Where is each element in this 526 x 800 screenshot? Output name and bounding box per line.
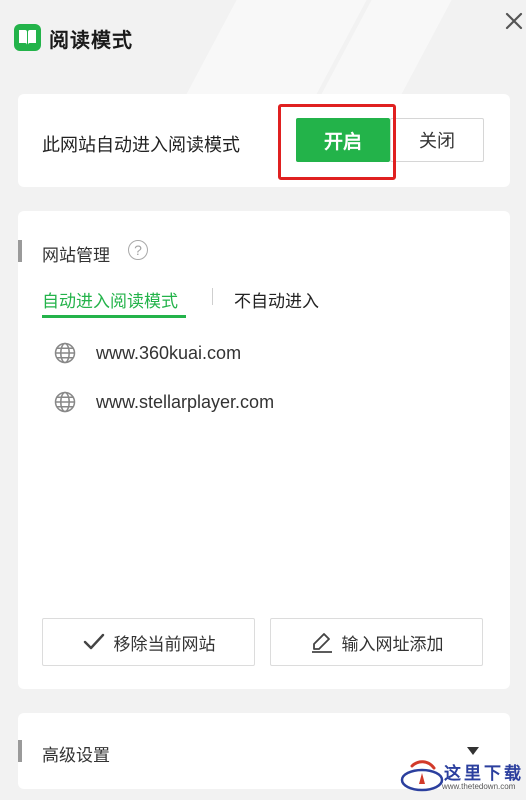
tab-divider [212,288,213,305]
site-management-title: 网站管理 [42,246,110,265]
disable-button[interactable]: 关闭 [390,118,484,162]
add-site-label: 输入网址添加 [341,634,444,654]
book-icon [14,24,41,51]
remove-site-label: 移除当前网站 [113,634,216,654]
page-title: 阅读模式 [49,30,133,52]
site-url: www.360kuai.com [96,343,242,363]
tab-active-underline [42,315,186,318]
watermark-brand: 这里下载 [444,764,524,783]
section-bar [18,240,22,262]
auto-reading-card: 此网站自动进入阅读模式 开启 关闭 [18,94,510,187]
header: 阅读模式 [0,0,526,100]
highlight-box [278,104,396,180]
watermark-url: www.thetedown.com [442,782,516,791]
remove-site-button[interactable]: 移除当前网站 [42,618,255,666]
help-icon[interactable]: ? [128,240,148,260]
tab-auto-enter[interactable]: 自动进入阅读模式 [42,287,178,312]
site-management-card: 网站管理 ? 自动进入阅读模式 不自动进入 www.360kuai.com ww… [18,211,510,689]
close-icon[interactable] [503,10,525,32]
add-site-button[interactable]: 输入网址添加 [270,618,483,666]
advanced-settings-title: 高级设置 [42,746,110,765]
watermark-logo: 这里下载 www.thetedown.com [398,750,526,795]
section-bar [18,740,22,762]
pen-icon [311,633,332,653]
tab-no-auto-enter[interactable]: 不自动进入 [234,287,319,312]
site-url: www.stellarplayer.com [96,392,275,412]
globe-icon [54,342,76,364]
globe-icon [54,391,76,413]
auto-reading-label: 此网站自动进入阅读模式 [42,135,240,155]
check-icon [83,633,104,650]
